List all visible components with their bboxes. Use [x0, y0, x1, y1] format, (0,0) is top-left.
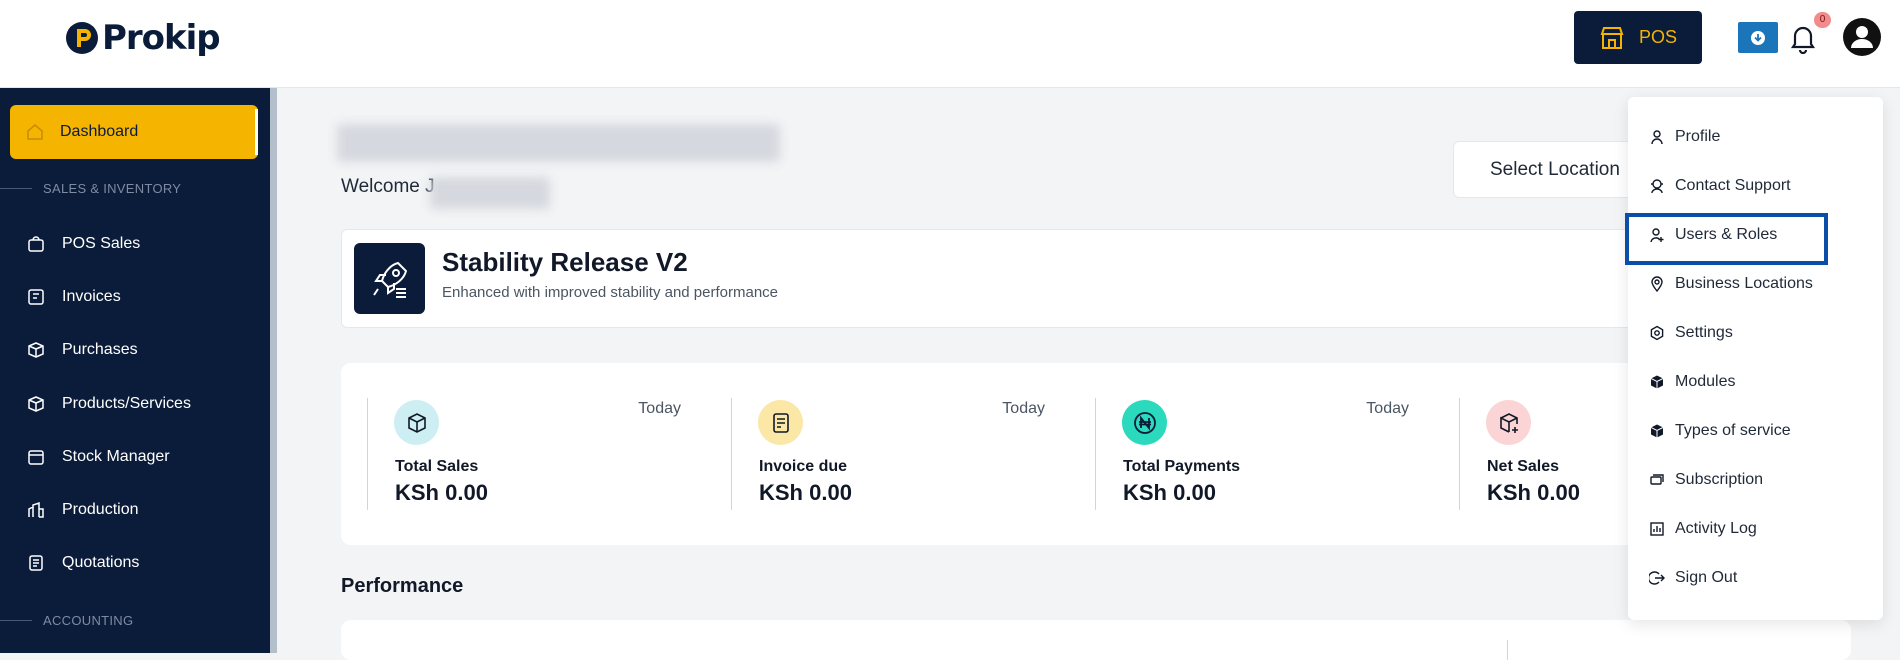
stat-total-sales[interactable]: Today Total Sales KSh 0.00 — [367, 398, 707, 510]
user-avatar-icon[interactable] — [1843, 18, 1881, 56]
sidebar-item-label: Quotations — [62, 554, 140, 571]
package-plus-icon — [1486, 400, 1531, 445]
stat-period: Today — [1002, 400, 1045, 417]
menu-item-contact-support[interactable]: Contact Support — [1649, 175, 1791, 197]
sidebar-item-label: Dashboard — [60, 123, 139, 140]
sidebar-item-label: Stock Manager — [62, 448, 170, 465]
stat-value: KSh 0.00 — [395, 480, 488, 505]
menu-item-subscription[interactable]: Subscription — [1649, 469, 1763, 491]
users-roles-highlight — [1625, 213, 1828, 265]
stat-label: Total Sales — [395, 458, 479, 475]
location-icon — [1651, 276, 1663, 292]
menu-item-business-locations[interactable]: Business Locations — [1649, 273, 1813, 295]
sidebar-item-stock-manager[interactable]: Stock Manager — [26, 445, 170, 469]
pos-button[interactable]: POS — [1574, 11, 1702, 64]
sidebar: Dashboard SALES & INVENTORY POS Sales In… — [0, 88, 270, 653]
sidebar-item-dashboard[interactable]: Dashboard — [10, 105, 258, 159]
menu-item-label: Business Locations — [1675, 275, 1813, 292]
menu-item-modules[interactable]: Modules — [1649, 371, 1735, 393]
stat-period: Today — [638, 400, 681, 417]
welcome-text: Welcome J — [341, 176, 435, 197]
sidebar-item-label: POS Sales — [62, 235, 141, 252]
menu-item-label: Subscription — [1675, 471, 1764, 488]
pos-label: POS — [1638, 27, 1677, 47]
settings-icon — [1650, 325, 1664, 341]
shopping-bag-icon — [28, 236, 44, 252]
menu-item-label: Settings — [1675, 324, 1733, 341]
stat-value: KSh 0.00 — [1123, 480, 1216, 505]
sidebar-item-pos-sales[interactable]: POS Sales — [26, 232, 140, 256]
stat-value: KSh 0.00 — [759, 480, 852, 505]
release-subtitle: Enhanced with improved stability and per… — [442, 284, 779, 301]
select-location-dropdown[interactable]: Select Location — [1453, 141, 1653, 198]
menu-item-label: Contact Support — [1675, 177, 1791, 194]
section-label-accounting: ACCOUNTING — [0, 613, 133, 628]
profile-dropdown-menu: Profile Contact Support Users & Roles Bu… — [1628, 97, 1883, 620]
stat-total-payments[interactable]: Today Total Payments KSh 0.00 — [1095, 398, 1435, 510]
stat-label: Invoice due — [759, 458, 848, 475]
release-title: Stability Release V2 — [442, 247, 688, 277]
naira-icon — [1122, 400, 1167, 445]
stock-icon — [28, 450, 44, 465]
prokip-logo[interactable]: Prokip — [64, 18, 221, 58]
menu-item-profile[interactable]: Profile — [1649, 126, 1720, 148]
store-icon — [1600, 26, 1624, 49]
sidebar-item-label: Purchases — [62, 341, 138, 358]
production-icon — [28, 501, 44, 518]
rocket-icon — [354, 243, 425, 314]
section-label-sales-inventory: SALES & INVENTORY — [0, 181, 181, 196]
menu-item-label: Modules — [1675, 373, 1736, 390]
stat-period: Today — [1366, 400, 1409, 417]
chart-icon — [1650, 522, 1664, 536]
notification-badge: 0 — [1814, 12, 1831, 28]
sidebar-item-products-services[interactable]: Products/Services — [26, 392, 191, 416]
sidebar-scroll-edge — [270, 88, 277, 653]
quotation-icon — [29, 555, 43, 571]
stats-card: Today Total Sales KSh 0.00 Today Invoice… — [341, 363, 1661, 545]
bell-icon[interactable] — [1788, 22, 1818, 55]
stat-value: KSh 0.00 — [1487, 480, 1580, 505]
cube-icon — [1650, 375, 1664, 389]
home-icon — [27, 124, 43, 140]
package-icon — [394, 400, 439, 445]
sidebar-item-production[interactable]: Production — [26, 498, 139, 522]
sidebar-item-label: Invoices — [62, 288, 121, 305]
release-banner: Stability Release V2 Enhanced with impro… — [341, 229, 1661, 328]
menu-item-label: Sign Out — [1675, 569, 1738, 586]
sign-out-icon — [1649, 571, 1665, 585]
sidebar-item-quotations[interactable]: Quotations — [26, 551, 139, 575]
menu-item-sign-out[interactable]: Sign Out — [1649, 567, 1737, 589]
subscription-icon — [1650, 474, 1664, 485]
performance-title: Performance — [341, 575, 464, 597]
menu-item-activity-log[interactable]: Activity Log — [1649, 518, 1757, 540]
user-icon — [1651, 130, 1663, 145]
performance-card — [341, 620, 1851, 660]
menu-item-label: Activity Log — [1675, 520, 1757, 537]
stat-label: Total Payments — [1123, 458, 1241, 475]
support-icon — [1651, 179, 1663, 194]
cube-icon — [1650, 424, 1664, 438]
receipt-icon — [758, 400, 803, 445]
menu-item-label: Types of service — [1675, 422, 1791, 439]
sidebar-item-invoices[interactable]: Invoices — [26, 285, 121, 309]
menu-item-label: Profile — [1675, 128, 1721, 145]
user-name-redacted — [430, 177, 550, 209]
box-icon — [28, 396, 44, 412]
business-name-redacted — [337, 124, 780, 162]
sidebar-item-purchases[interactable]: Purchases — [26, 338, 138, 362]
download-button[interactable] — [1738, 22, 1778, 53]
invoice-icon — [28, 289, 44, 305]
stat-invoice-due[interactable]: Today Invoice due KSh 0.00 — [731, 398, 1071, 510]
menu-item-settings[interactable]: Settings — [1649, 322, 1733, 344]
prokip-logo-icon — [64, 20, 100, 56]
sidebar-item-label: Products/Services — [62, 395, 191, 412]
stat-label: Net Sales — [1487, 458, 1560, 475]
logo-text: Prokip — [102, 18, 221, 58]
top-header: Prokip POS 0 — [0, 0, 1900, 88]
download-icon — [1751, 30, 1765, 45]
performance-divider — [1507, 640, 1508, 660]
purchases-icon — [28, 342, 44, 358]
sidebar-item-label: Production — [62, 501, 139, 518]
menu-item-types-of-service[interactable]: Types of service — [1649, 420, 1791, 442]
